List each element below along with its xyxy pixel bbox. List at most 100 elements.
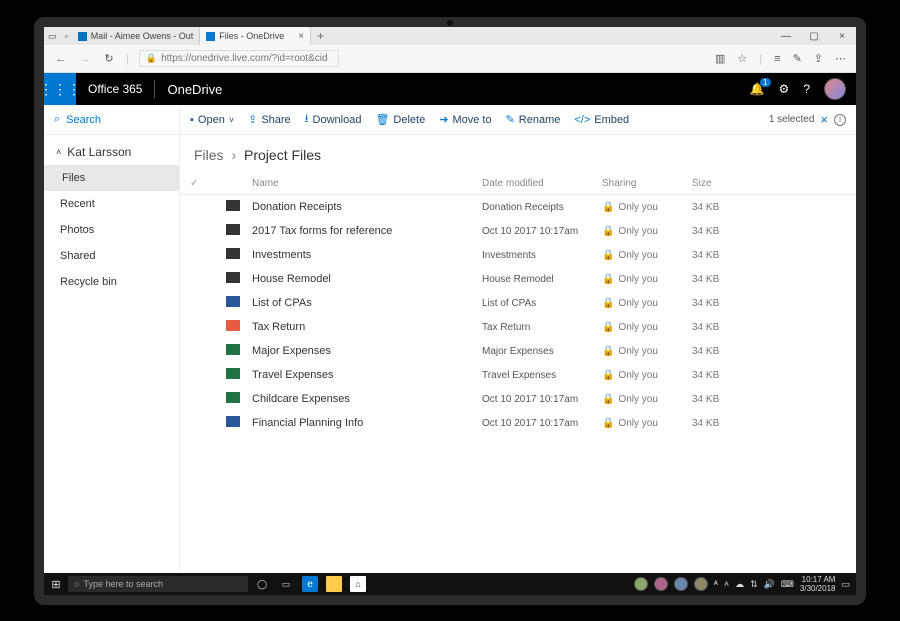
url-field[interactable]: 🔒 https://onedrive.live.com/?id=root&cid: [139, 50, 339, 67]
network-icon[interactable]: ⇅: [750, 579, 758, 590]
lock-icon: 🔒: [602, 202, 614, 213]
new-tab-button[interactable]: +: [311, 29, 330, 43]
task-view-icon[interactable]: ▭: [278, 576, 294, 592]
table-row[interactable]: 2017 Tax forms for referenceOct 10 2017 …: [180, 219, 856, 243]
delete-button[interactable]: 🗑Delete: [375, 113, 425, 126]
table-row[interactable]: Travel ExpensesTravel Expenses🔒Only you3…: [180, 363, 856, 387]
minimize-button[interactable]: —: [772, 31, 800, 42]
profile-avatar[interactable]: [824, 78, 846, 100]
embed-button[interactable]: </>Embed: [574, 114, 629, 126]
clock[interactable]: 10:17 AM 3/30/2018: [800, 575, 836, 593]
owner-toggle[interactable]: ˄ Kat Larsson: [44, 135, 179, 165]
more-icon[interactable]: ⋯: [835, 52, 846, 65]
nav-recycle[interactable]: Recycle bin: [44, 269, 179, 295]
search-box[interactable]: ⌕ Search: [44, 105, 179, 135]
open-button[interactable]: ▪Open ˅: [190, 114, 234, 126]
forward-button[interactable]: →: [78, 53, 92, 65]
file-modified: Tax Return: [482, 322, 602, 333]
nav-shared[interactable]: Shared: [44, 243, 179, 269]
file-size: 34 KB: [692, 274, 772, 285]
refresh-button[interactable]: ↻: [102, 52, 116, 65]
file-name: 2017 Tax forms for reference: [252, 225, 482, 237]
info-button[interactable]: i: [834, 114, 846, 126]
file-sharing: 🔒Only you: [602, 322, 692, 333]
lock-icon: 🔒: [602, 298, 614, 309]
breadcrumb-current: Project Files: [244, 147, 321, 163]
close-tab-icon[interactable]: ×: [298, 31, 304, 42]
notifications-button[interactable]: 🔔1: [750, 82, 765, 96]
table-row[interactable]: Tax ReturnTax Return🔒Only you34 KB: [180, 315, 856, 339]
close-window-button[interactable]: ×: [828, 31, 856, 42]
folder-icon: [226, 248, 240, 259]
table-row[interactable]: Financial Planning InfoOct 10 2017 10:17…: [180, 411, 856, 435]
folder-icon: [226, 200, 240, 211]
suite-brand[interactable]: Office 365: [76, 82, 154, 96]
file-sharing: 🔒Only you: [602, 250, 692, 261]
tray-avatar[interactable]: [694, 577, 708, 591]
hub-icon[interactable]: ≡: [774, 53, 780, 65]
keyboard-icon[interactable]: ⌨: [781, 579, 794, 590]
people-icon[interactable]: ᴬ: [714, 579, 718, 589]
taskbar-search[interactable]: ○ Type here to search: [68, 576, 248, 592]
file-size: 34 KB: [692, 250, 772, 261]
app-name[interactable]: OneDrive: [155, 82, 234, 97]
tray-avatar[interactable]: [674, 577, 688, 591]
file-sharing: 🔒Only you: [602, 394, 692, 405]
breadcrumb-root[interactable]: Files: [194, 147, 224, 163]
app-launcher-button[interactable]: ⋮⋮⋮: [44, 73, 76, 105]
col-name[interactable]: Name: [252, 178, 482, 189]
tray-chevron-icon[interactable]: ˄: [724, 579, 729, 589]
command-bar: ▪Open ˅ ⇪Share ⭳Download 🗑Delete ➔Move t…: [180, 105, 856, 135]
store-icon[interactable]: ⌂: [350, 576, 366, 592]
table-row[interactable]: List of CPAsList of CPAs🔒Only you34 KB: [180, 291, 856, 315]
file-modified: Travel Expenses: [482, 370, 602, 381]
col-size[interactable]: Size: [692, 178, 772, 189]
help-icon[interactable]: ?: [803, 82, 810, 96]
rename-button[interactable]: ✎Rename: [506, 113, 561, 126]
file-size: 34 KB: [692, 322, 772, 333]
settings-icon[interactable]: ⚙: [779, 82, 790, 96]
reading-view-icon[interactable]: ▥: [715, 52, 725, 65]
chevron-up-icon: ˄: [56, 147, 61, 157]
select-all-checkbox[interactable]: ✓: [190, 178, 226, 189]
file-name: Tax Return: [252, 321, 482, 333]
maximize-button[interactable]: ▢: [800, 31, 828, 42]
table-row[interactable]: Childcare ExpensesOct 10 2017 10:17am🔒On…: [180, 387, 856, 411]
lock-icon: 🔒: [602, 346, 614, 357]
restore-icon[interactable]: ▭: [48, 31, 57, 42]
lock-icon: 🔒: [146, 53, 157, 64]
notes-icon[interactable]: ✎: [793, 52, 802, 65]
start-button[interactable]: ⊞: [44, 578, 68, 591]
move-button[interactable]: ➔Move to: [439, 113, 491, 126]
browser-tab-mail[interactable]: Mail - Aimee Owens - Out: [72, 27, 201, 45]
browser-tab-onedrive[interactable]: Files - OneDrive ×: [200, 27, 311, 45]
onedrive-tray-icon[interactable]: ☁: [735, 579, 744, 590]
favorite-icon[interactable]: ☆: [737, 52, 747, 65]
action-center-icon[interactable]: ▭: [841, 579, 850, 590]
col-modified[interactable]: Date modified: [482, 178, 602, 189]
lock-icon: 🔒: [602, 250, 614, 261]
cortana-icon[interactable]: ◯: [254, 576, 270, 592]
nav-photos[interactable]: Photos: [44, 217, 179, 243]
back-button[interactable]: ←: [54, 53, 68, 65]
file-size: 34 KB: [692, 226, 772, 237]
col-sharing[interactable]: Sharing: [602, 178, 692, 189]
table-row[interactable]: Donation ReceiptsDonation Receipts🔒Only …: [180, 195, 856, 219]
new-window-icon[interactable]: ▫: [65, 31, 68, 41]
edge-icon[interactable]: e: [302, 576, 318, 592]
volume-icon[interactable]: 🔊: [764, 579, 775, 590]
tray-avatar[interactable]: [634, 577, 648, 591]
table-row[interactable]: InvestmentsInvestments🔒Only you34 KB: [180, 243, 856, 267]
owner-name: Kat Larsson: [67, 145, 131, 159]
table-row[interactable]: House RemodelHouse Remodel🔒Only you34 KB: [180, 267, 856, 291]
nav-files[interactable]: Files: [44, 165, 179, 191]
clear-selection-button[interactable]: ×: [820, 112, 828, 127]
nav-recent[interactable]: Recent: [44, 191, 179, 217]
file-name: Investments: [252, 249, 482, 261]
share-button[interactable]: ⇪Share: [248, 113, 291, 126]
download-button[interactable]: ⭳Download: [305, 110, 362, 129]
share-icon[interactable]: ⇪: [814, 52, 823, 65]
table-row[interactable]: Major ExpensesMajor Expenses🔒Only you34 …: [180, 339, 856, 363]
explorer-icon[interactable]: [326, 576, 342, 592]
tray-avatar[interactable]: [654, 577, 668, 591]
